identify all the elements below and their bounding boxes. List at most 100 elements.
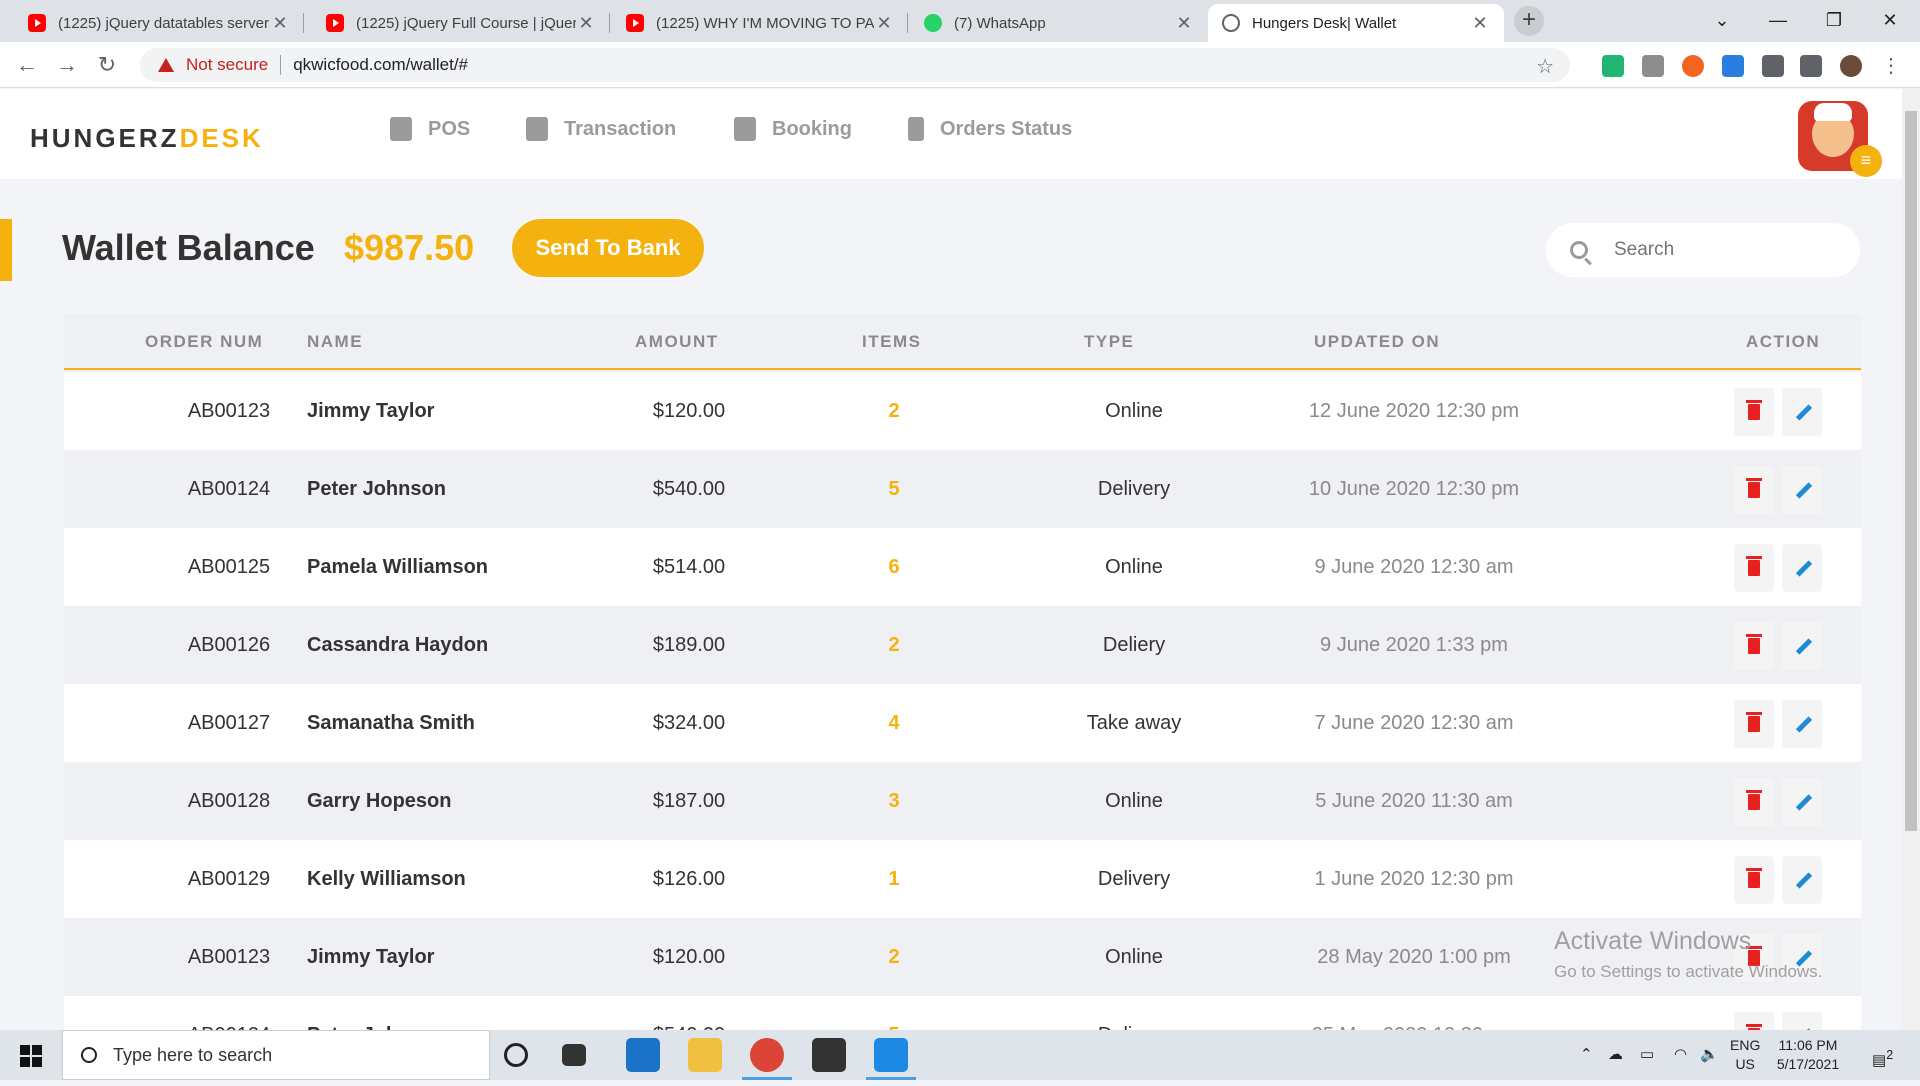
delete-button[interactable] <box>1734 1012 1774 1030</box>
browser-tab-active[interactable]: Hungers Desk| Wallet ✕ <box>1208 4 1504 42</box>
delete-button[interactable] <box>1734 388 1774 436</box>
extension-icon[interactable] <box>1722 55 1744 77</box>
extension-icon[interactable] <box>1682 55 1704 77</box>
amount-cell: $120.00 <box>652 400 726 422</box>
edit-button[interactable] <box>1782 1012 1822 1030</box>
scrollbar-thumb[interactable] <box>1905 111 1917 831</box>
forward-button[interactable]: → <box>52 50 82 80</box>
chevron-up-icon[interactable]: ⌃ <box>1580 1030 1593 1080</box>
language-indicator[interactable]: ENG US <box>1730 1036 1760 1074</box>
back-button[interactable]: ← <box>12 50 42 80</box>
profile-avatar[interactable] <box>1840 55 1862 77</box>
youtube-icon <box>326 14 344 32</box>
tab-search-icon[interactable]: ⌄ <box>1694 0 1750 42</box>
nav-item-booking[interactable]: Booking <box>734 117 852 141</box>
menu-icon[interactable]: ≡ <box>1850 145 1882 177</box>
updated-on-cell: 5 June 2020 11:30 am <box>1315 790 1513 812</box>
new-tab-button[interactable]: + <box>1514 6 1544 36</box>
close-icon[interactable]: ✕ <box>270 13 290 34</box>
type-cell: Online <box>1105 556 1163 578</box>
close-icon[interactable]: ✕ <box>1174 13 1194 34</box>
extension-icon[interactable] <box>1642 55 1664 77</box>
bookmark-star-icon[interactable]: ☆ <box>1536 54 1554 79</box>
delete-button[interactable] <box>1734 622 1774 670</box>
column-header-amount[interactable]: AMOUNT <box>635 314 719 370</box>
kebab-menu-icon[interactable]: ⋮ <box>1880 55 1902 77</box>
url-text[interactable]: qkwicfood.com/wallet/# <box>280 55 468 75</box>
close-icon[interactable]: ✕ <box>1470 13 1490 34</box>
taskbar-search[interactable]: Type here to search <box>62 1030 490 1080</box>
not-secure-label[interactable]: Not secure <box>186 55 268 75</box>
trash-icon <box>1746 634 1762 654</box>
ledger-icon <box>526 117 548 141</box>
mail-icon[interactable] <box>626 1038 660 1072</box>
puzzle-icon[interactable] <box>1762 55 1784 77</box>
column-header-name[interactable]: NAME <box>307 314 363 370</box>
browser-tab[interactable]: (7) WhatsApp ✕ <box>910 4 1208 42</box>
nav-item-transaction[interactable]: Transaction <box>526 117 676 141</box>
whatsapp-icon <box>924 14 942 32</box>
browser-tab[interactable]: (1225) WHY I'M MOVING TO PAK ✕ <box>612 4 908 42</box>
items-cell: 6 <box>888 556 900 578</box>
file-explorer-icon[interactable] <box>688 1038 722 1072</box>
tab-title: (1225) jQuery Full Course | jQuery <box>356 14 576 32</box>
delete-button[interactable] <box>1734 778 1774 826</box>
items-cell: 2 <box>888 634 900 656</box>
page-scrollbar[interactable] <box>1902 89 1920 1030</box>
reload-button[interactable]: ↻ <box>92 50 122 80</box>
items-cell: 2 <box>888 400 900 422</box>
delete-button[interactable] <box>1734 856 1774 904</box>
store-icon[interactable] <box>812 1038 846 1072</box>
search-input[interactable] <box>1614 239 1834 261</box>
minimize-button[interactable]: — <box>1750 0 1806 42</box>
onedrive-icon[interactable]: ☁ <box>1608 1030 1623 1080</box>
order-num-cell: AB00125 <box>187 556 271 578</box>
nav-item-orders-status[interactable]: Orders Status <box>908 117 1072 141</box>
battery-icon[interactable]: ▭ <box>1640 1030 1654 1080</box>
edit-button[interactable] <box>1782 466 1822 514</box>
nav-item-pos[interactable]: POS <box>390 117 470 141</box>
maximize-button[interactable]: ❐ <box>1806 0 1862 42</box>
column-header-type[interactable]: TYPE <box>1084 314 1134 370</box>
extension-icon[interactable] <box>1602 55 1624 77</box>
wifi-icon[interactable]: ◠ <box>1674 1030 1687 1080</box>
edit-button[interactable] <box>1782 778 1822 826</box>
browser-tab[interactable]: (1225) jQuery datatables server s ✕ <box>14 4 304 42</box>
type-cell: Delivery <box>1097 478 1171 500</box>
updated-on-cell: 12 June 2020 12:30 pm <box>1308 400 1520 422</box>
youtube-icon <box>28 14 46 32</box>
table-row: AB00125 Pamela Williamson $514.00 6 Online 9 … <box>64 528 1861 606</box>
brand-logo[interactable]: HUNGERZDESK <box>30 123 264 154</box>
edit-button[interactable] <box>1782 856 1822 904</box>
task-view-icon[interactable] <box>562 1044 586 1066</box>
user-avatar[interactable]: ≡ <box>1798 101 1882 177</box>
clock-time: 11:06 PM <box>1778 1037 1838 1053</box>
vscode-icon[interactable] <box>866 1038 916 1080</box>
cortana-icon[interactable] <box>504 1043 528 1067</box>
notification-center-icon[interactable]: ▤2 <box>1872 1030 1893 1080</box>
browser-tab[interactable]: (1225) jQuery Full Course | jQuery ✕ <box>312 4 610 42</box>
close-icon[interactable]: ✕ <box>576 13 596 34</box>
clock[interactable]: 11:06 PM 5/17/2021 <box>1760 1036 1856 1074</box>
delete-button[interactable] <box>1734 544 1774 592</box>
items-cell: 3 <box>888 790 900 812</box>
delete-button[interactable] <box>1734 700 1774 748</box>
close-icon[interactable]: ✕ <box>874 13 894 34</box>
edit-button[interactable] <box>1782 388 1822 436</box>
column-header-items[interactable]: ITEMS <box>862 314 921 370</box>
edit-button[interactable] <box>1782 622 1822 670</box>
column-header-updated-on[interactable]: UPDATED ON <box>1314 314 1440 370</box>
chrome-icon[interactable] <box>742 1038 792 1080</box>
items-cell: 4 <box>888 712 900 734</box>
edit-button[interactable] <box>1782 700 1822 748</box>
search-box[interactable] <box>1546 223 1860 277</box>
edit-button[interactable] <box>1782 544 1822 592</box>
delete-button[interactable] <box>1734 466 1774 514</box>
volume-icon[interactable]: 🔈 <box>1700 1030 1719 1080</box>
reading-list-icon[interactable] <box>1800 55 1822 77</box>
column-header-order-num[interactable]: ORDER NUM <box>145 314 263 370</box>
send-to-bank-button[interactable]: Send To Bank <box>512 219 704 277</box>
window-close-button[interactable]: ✕ <box>1862 0 1918 42</box>
address-bar[interactable]: Not secure qkwicfood.com/wallet/# ☆ <box>140 48 1570 82</box>
windows-start-icon[interactable] <box>20 1045 42 1067</box>
